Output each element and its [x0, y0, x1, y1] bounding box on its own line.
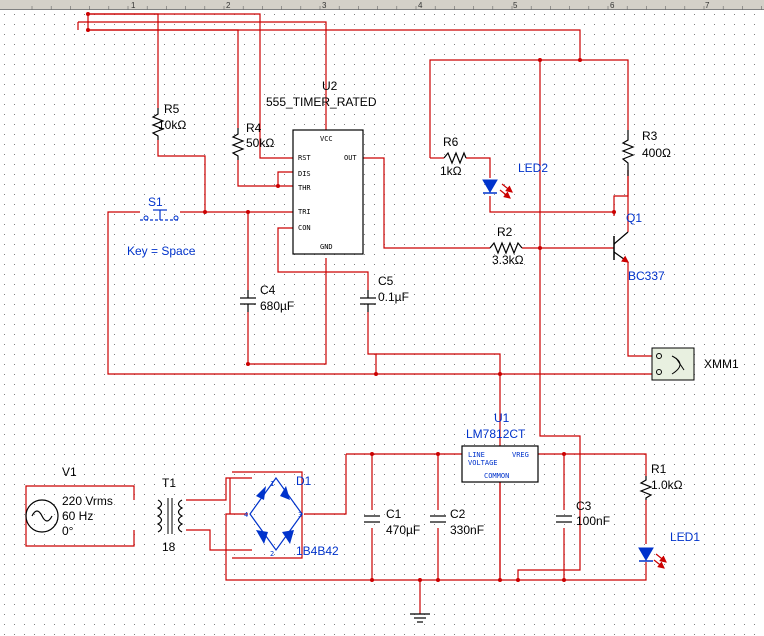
c5-val: 0.1µF: [378, 290, 409, 304]
u1-part: LM7812CT: [466, 427, 526, 441]
d1-pin-3: 3: [298, 511, 302, 519]
ruler-label-6: 6: [610, 1, 615, 10]
d1-pin-2: 2: [270, 550, 274, 558]
r4-ref: R4: [246, 121, 262, 135]
u2-pin-con: CON: [298, 224, 311, 232]
v1-ref: V1: [62, 465, 77, 479]
ruler-label-5: 5: [513, 1, 518, 10]
r4-val: 50kΩ: [246, 136, 274, 150]
r2-val: 3.3kΩ: [492, 253, 524, 267]
r3-ref: R3: [642, 129, 658, 143]
r2-ref: R2: [497, 225, 513, 239]
v1-phase: 0°: [62, 524, 74, 538]
u2-ref: U2: [322, 79, 338, 93]
r1-val: 1.0kΩ: [651, 478, 683, 492]
d1-pin-1: 1: [270, 480, 274, 488]
t1-value: 18: [162, 540, 176, 554]
u1-ref: U1: [494, 411, 510, 425]
t1-ref: T1: [162, 476, 176, 490]
r1-ref: R1: [651, 462, 667, 476]
v1-frequency: 60 Hz: [62, 509, 93, 523]
u1-pin-common: COMMON: [484, 472, 509, 480]
u2-pin-dis: DIS: [298, 170, 311, 178]
v1-voltage: 220 Vrms: [62, 494, 113, 508]
ruler-label-7: 7: [705, 1, 710, 10]
led2-ref: LED2: [518, 161, 548, 175]
schematic-canvas[interactable]: 1 2 3 4 5 6 7 VCC RST DIS THR TRI CON OU…: [0, 0, 764, 636]
u1-pin-vreg: VREG: [512, 451, 529, 459]
u1-pin-voltage: VOLTAGE: [468, 459, 498, 467]
xmm1-ref: XMM1: [704, 357, 739, 371]
u2-pin-vcc: VCC: [320, 135, 333, 143]
grid-background: [0, 10, 764, 636]
u2-pin-thr: THR: [298, 184, 311, 192]
s1-key: Key = Space: [127, 244, 196, 258]
d1-pin-4: 4: [244, 511, 248, 519]
r6-val: 1kΩ: [440, 164, 462, 178]
d1-part: 1B4B42: [296, 544, 339, 558]
c1-val: 470µF: [386, 523, 420, 537]
c1-ref: C1: [386, 507, 402, 521]
c5-ref: C5: [378, 274, 394, 288]
r5-val: 10kΩ: [158, 118, 186, 132]
r5-ref: R5: [164, 102, 180, 116]
r3-val: 400Ω: [642, 146, 671, 160]
q1-part: BC337: [628, 269, 665, 283]
ruler-label-3: 3: [322, 1, 327, 10]
d1-ref: D1: [296, 474, 312, 488]
u2-pin-out: OUT: [344, 154, 357, 162]
led1-ref: LED1: [670, 530, 700, 544]
c3-ref: C3: [576, 499, 592, 513]
s1-ref: S1: [148, 195, 163, 209]
ruler-label-1: 1: [131, 1, 136, 10]
u1-pin-line: LINE: [468, 451, 485, 459]
u2-pin-gnd: GND: [320, 243, 333, 251]
c2-val: 330nF: [450, 523, 484, 537]
u2-pin-tri: TRI: [298, 208, 311, 216]
u2-pin-rst: RST: [298, 154, 311, 162]
ruler-label-2: 2: [226, 1, 231, 10]
q1-ref: Q1: [626, 211, 642, 225]
c3-val: 100nF: [576, 514, 610, 528]
r6-ref: R6: [443, 135, 459, 149]
ruler-label-4: 4: [418, 1, 423, 10]
u2-part: 555_TIMER_RATED: [266, 95, 377, 109]
c2-ref: C2: [450, 507, 466, 521]
c4-val: 680µF: [260, 299, 294, 313]
top-ruler: 1 2 3 4 5 6 7: [0, 0, 764, 10]
c4-ref: C4: [260, 283, 276, 297]
